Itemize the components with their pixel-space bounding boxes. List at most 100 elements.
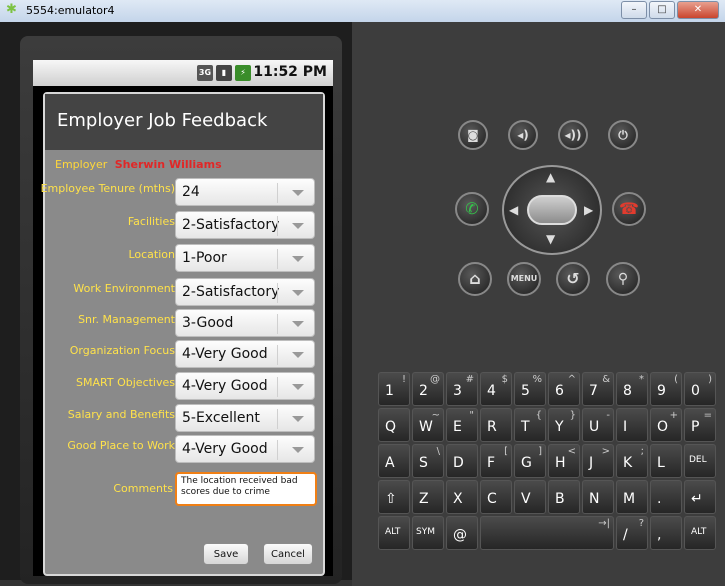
field-spinner[interactable]: 4-Very Good	[175, 435, 315, 463]
key[interactable]: 4 $	[480, 372, 512, 406]
dropdown-arrow-icon	[292, 321, 304, 327]
key[interactable]: 5%	[514, 372, 546, 406]
menu-button[interactable]: MENU	[507, 262, 541, 296]
key[interactable]: S \	[412, 444, 444, 478]
dropdown-arrow-icon	[292, 190, 304, 196]
volume-up-icon: ◂))	[564, 128, 582, 142]
key[interactable]: U-	[582, 408, 614, 442]
key[interactable]: 6 ^	[548, 372, 580, 406]
field-row: Facilities 2-Satisfactory	[45, 211, 323, 241]
field-spinner[interactable]: 2-Satisfactory	[175, 211, 315, 239]
field-spinner[interactable]: 1-Poor	[175, 244, 315, 272]
sym-key[interactable]: SYM	[412, 516, 444, 550]
search-button[interactable]: ⚲	[606, 262, 640, 296]
network-3g-icon: 3G	[197, 65, 213, 81]
signal-icon: ▮	[216, 65, 232, 81]
dropdown-arrow-icon	[292, 290, 304, 296]
dpad-up-icon[interactable]: ▲	[546, 170, 555, 184]
comments-label: Comments	[113, 482, 173, 495]
dpad-center-button[interactable]	[527, 195, 577, 225]
shift-key[interactable]: ⇧	[378, 480, 410, 514]
volume-down-button[interactable]: ◂)	[508, 120, 538, 150]
key[interactable]: P =	[684, 408, 716, 442]
key[interactable]: ,	[650, 516, 682, 550]
key[interactable]: T{	[514, 408, 546, 442]
key[interactable]: 8 *	[616, 372, 648, 406]
key[interactable]: V	[514, 480, 546, 514]
field-spinner[interactable]: 2-Satisfactory	[175, 278, 315, 306]
key[interactable]: R	[480, 408, 512, 442]
dpad-left-icon[interactable]: ◀	[509, 203, 518, 217]
close-button[interactable]: ✕	[677, 1, 719, 19]
delete-key[interactable]: DEL	[684, 444, 716, 478]
field-spinner[interactable]: 5-Excellent	[175, 404, 315, 432]
key[interactable]: H <	[548, 444, 580, 478]
field-row: Employee Tenure (mths) 24	[41, 178, 323, 208]
key[interactable]: G]	[514, 444, 546, 478]
field-spinner[interactable]: 4-Very Good	[175, 372, 315, 400]
call-button[interactable]: ✆	[455, 192, 489, 226]
comments-input[interactable]: The location received bad scores due to …	[175, 472, 317, 506]
volume-up-button[interactable]: ◂))	[558, 120, 588, 150]
key[interactable]: .	[650, 480, 682, 514]
key[interactable]: Z	[412, 480, 444, 514]
key[interactable]: X	[446, 480, 478, 514]
end-call-button[interactable]: ☎	[612, 192, 646, 226]
field-spinner[interactable]: 24	[175, 178, 315, 206]
key[interactable]: L	[650, 444, 682, 478]
android-icon: ✱	[6, 2, 17, 17]
home-button[interactable]: ⌂	[458, 262, 492, 296]
menu-label: MENU	[510, 274, 538, 283]
key[interactable]: C	[480, 480, 512, 514]
key[interactable]: 1!	[378, 372, 410, 406]
save-button[interactable]: Save	[203, 543, 249, 565]
alt-key[interactable]: ALT	[684, 516, 716, 550]
cancel-button[interactable]: Cancel	[263, 543, 313, 565]
key[interactable]: @	[446, 516, 478, 550]
key[interactable]: D	[446, 444, 478, 478]
field-spinner[interactable]: 4-Very Good	[175, 340, 315, 368]
space-key[interactable]: →|	[480, 516, 614, 550]
enter-key[interactable]: ↵	[684, 480, 716, 514]
key[interactable]: M	[616, 480, 648, 514]
key[interactable]: W ~	[412, 408, 444, 442]
window-title: 5554:emulator4	[26, 4, 115, 17]
employer-row: Employer Sherwin Williams	[55, 158, 222, 171]
camera-button[interactable]: ◙	[458, 120, 488, 150]
key[interactable]: Y}	[548, 408, 580, 442]
key[interactable]: E "	[446, 408, 478, 442]
alt-key[interactable]: ALT	[378, 516, 410, 550]
dpad-right-icon[interactable]: ▶	[584, 203, 593, 217]
employer-label: Employer	[55, 158, 108, 171]
key[interactable]: J >	[582, 444, 614, 478]
key[interactable]: 7 &	[582, 372, 614, 406]
key[interactable]: 3 #	[446, 372, 478, 406]
key[interactable]: N	[582, 480, 614, 514]
field-label: Facilities	[127, 215, 175, 228]
field-label: Location	[128, 248, 175, 261]
field-spinner[interactable]: 3-Good	[175, 309, 315, 337]
field-row: SMART Objectives 4-Very Good	[45, 372, 323, 402]
search-icon: ⚲	[617, 271, 629, 287]
key[interactable]: O +	[650, 408, 682, 442]
maximize-button[interactable]: □	[649, 1, 675, 19]
key[interactable]: 9(	[650, 372, 682, 406]
key[interactable]: I	[616, 408, 648, 442]
key[interactable]: K;	[616, 444, 648, 478]
dropdown-arrow-icon	[292, 223, 304, 229]
minimize-button[interactable]: –	[621, 1, 647, 19]
power-button[interactable]: ⏻	[608, 120, 638, 150]
dpad-down-icon[interactable]: ▼	[546, 232, 555, 246]
key[interactable]: A	[378, 444, 410, 478]
key[interactable]: 0)	[684, 372, 716, 406]
key[interactable]: /?	[616, 516, 648, 550]
key[interactable]: F[	[480, 444, 512, 478]
key[interactable]: Q	[378, 408, 410, 442]
key[interactable]: 2 @	[412, 372, 444, 406]
battery-icon: ⚡	[235, 65, 251, 81]
back-button[interactable]: ↺	[556, 262, 590, 296]
home-icon: ⌂	[469, 269, 481, 288]
key[interactable]: B	[548, 480, 580, 514]
dropdown-arrow-icon	[292, 447, 304, 453]
employer-name: Sherwin Williams	[114, 158, 222, 171]
